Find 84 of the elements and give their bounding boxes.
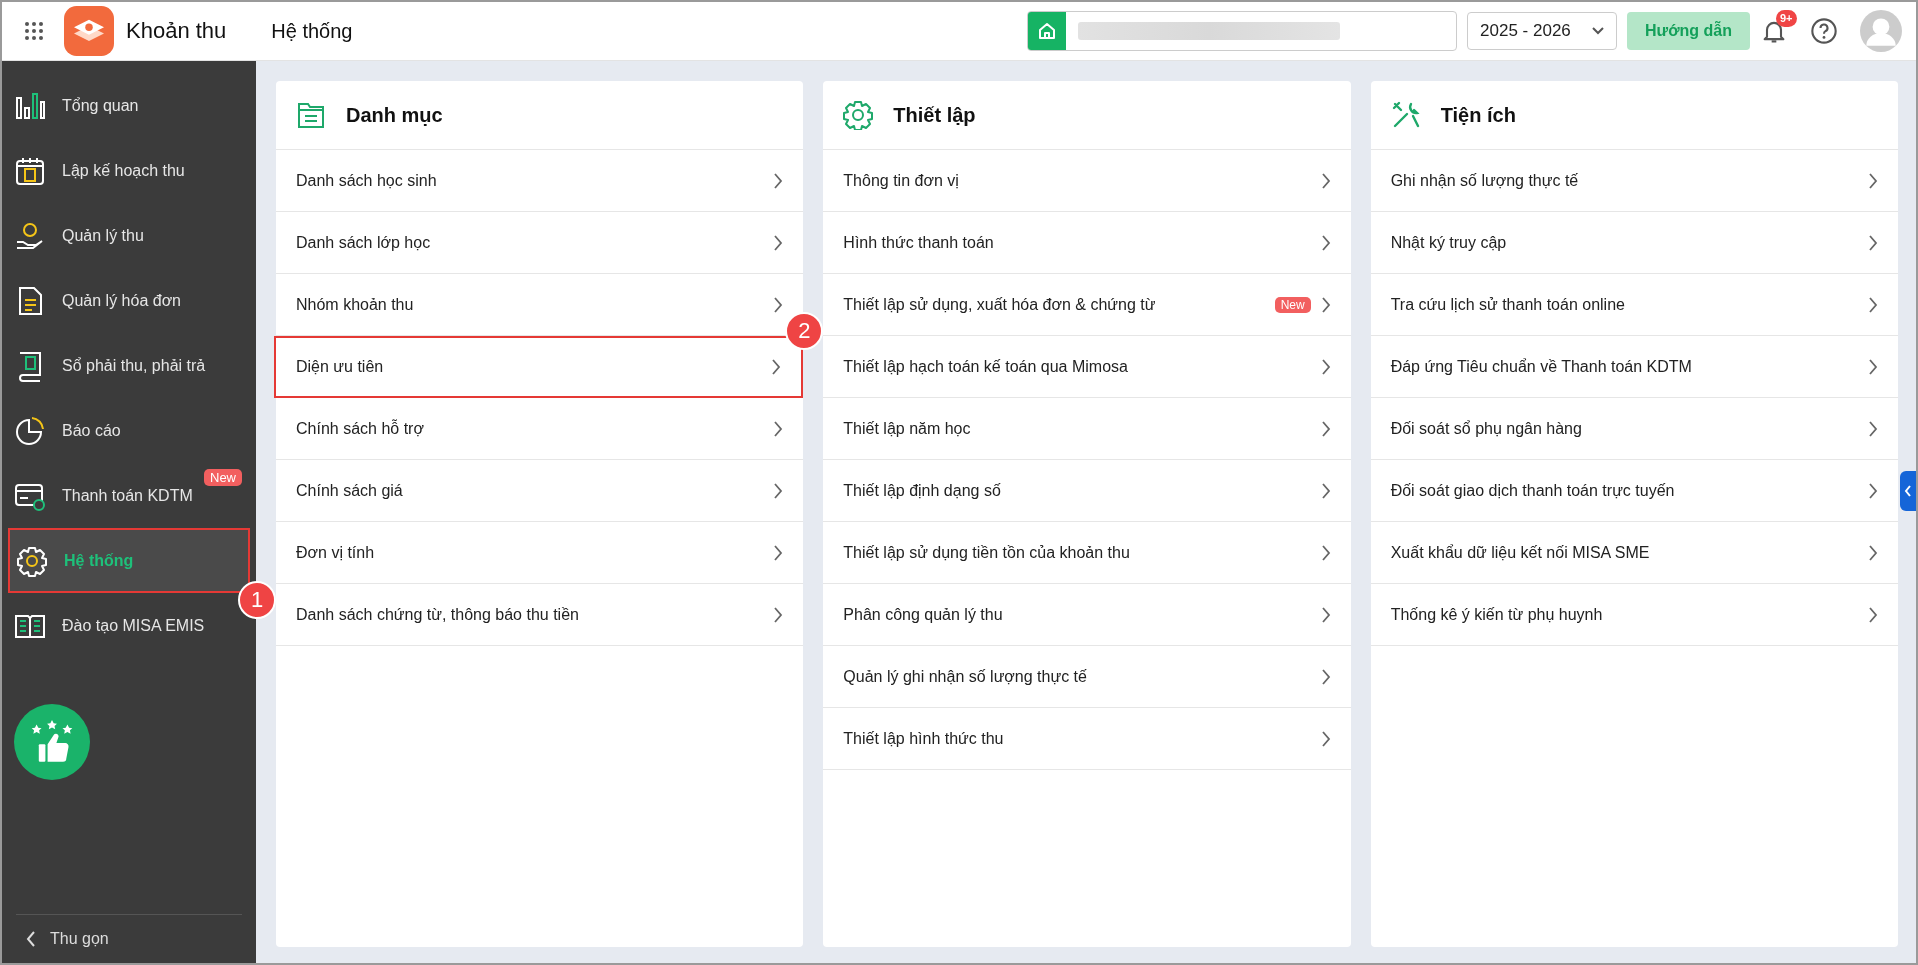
card-title: Danh mục	[346, 103, 443, 127]
app-grid-icon[interactable]	[24, 21, 44, 41]
thumbs-up-stars-icon	[30, 720, 74, 764]
settings-row[interactable]: Thiết lập định dạng số	[823, 460, 1351, 522]
settings-row[interactable]: Danh sách lớp học	[276, 212, 804, 274]
settings-row[interactable]: Phân công quản lý thu	[823, 584, 1351, 646]
new-badge: New	[204, 469, 242, 486]
side-panel-tab[interactable]	[1900, 471, 1916, 511]
settings-row[interactable]: Thông tin đơn vị	[823, 150, 1351, 212]
sidebar-item[interactable]: Thanh toán KDTM New	[2, 463, 256, 528]
settings-row[interactable]: Nhật ký truy cập	[1370, 212, 1898, 274]
sidebar-item[interactable]: Tổng quan	[2, 73, 256, 138]
chevron-right-icon	[1320, 544, 1331, 561]
settings-row[interactable]: Xuất khẩu dữ liệu kết nối MISA SME	[1370, 522, 1898, 584]
settings-row[interactable]: Danh sách học sinh	[276, 150, 804, 212]
chevron-right-icon	[773, 172, 784, 189]
notification-badge: 9+	[1776, 10, 1797, 27]
chevron-right-icon	[1868, 296, 1878, 313]
settings-row[interactable]: Thiết lập sử dụng tiền tồn của khoản thu	[823, 522, 1351, 584]
sidebar-item[interactable]: Báo cáo	[2, 398, 256, 463]
settings-row[interactable]: Thiết lập sử dụng, xuất hóa đơn & chứng từ New	[823, 274, 1351, 336]
settings-row[interactable]: Quản lý ghi nhận số lượng thực tế	[823, 646, 1351, 708]
chevron-right-icon	[1868, 172, 1878, 189]
new-badge: New	[1274, 296, 1311, 313]
chevron-right-icon	[1868, 544, 1878, 561]
settings-row[interactable]: Đối soát giao dịch thanh toán trực tuyến	[1370, 460, 1898, 522]
settings-row[interactable]: Ghi nhận số lượng thực tế	[1370, 150, 1898, 212]
gear-icon	[843, 100, 874, 130]
chevron-right-icon	[1320, 482, 1331, 499]
page-title: Hệ thống	[271, 19, 353, 43]
chevron-right-icon	[771, 359, 782, 375]
card-title: Tiện ích	[1440, 103, 1516, 127]
chevron-right-icon	[1320, 234, 1331, 251]
school-field[interactable]	[1027, 11, 1458, 51]
pie-icon	[14, 414, 46, 447]
chevron-right-icon	[1320, 606, 1331, 623]
chevron-right-icon	[1868, 420, 1878, 437]
chevron-right-icon	[1320, 668, 1331, 685]
settings-row[interactable]: Thiết lập hạch toán kế toán qua Mimosa	[823, 336, 1351, 398]
year-select[interactable]: 2025 - 2026	[1467, 12, 1618, 50]
settings-row[interactable]: Chính sách giá	[276, 460, 804, 522]
settings-row[interactable]: Danh sách chứng từ, thông báo thu tiền	[276, 584, 804, 646]
app-name: Khoản thu	[126, 18, 227, 44]
step-callout: 2	[785, 312, 824, 350]
sidebar-item[interactable]: Lập kế hoạch thu	[2, 138, 256, 203]
settings-row[interactable]: Hình thức thanh toán	[823, 212, 1351, 274]
collapse-button[interactable]: Thu gọn	[16, 914, 242, 963]
chevron-right-icon	[1320, 296, 1331, 313]
settings-row[interactable]: Thiết lập năm học	[823, 398, 1351, 460]
chevron-right-icon	[1320, 730, 1331, 747]
chevron-right-icon	[1320, 420, 1331, 437]
tools-icon	[1390, 100, 1421, 130]
settings-row[interactable]: Thiết lập hình thức thu	[823, 708, 1351, 770]
chevron-right-icon	[1320, 358, 1331, 375]
app-logo-icon	[64, 6, 114, 56]
sidebar-item[interactable]: Sổ phải thu, phải trả	[2, 333, 256, 398]
chevron-right-icon	[1320, 172, 1331, 189]
settings-row[interactable]: Đơn vị tính	[276, 522, 804, 584]
chevron-down-icon	[1592, 27, 1605, 35]
chevron-right-icon	[773, 544, 784, 561]
home-icon	[1037, 21, 1058, 41]
settings-row[interactable]: Đối soát sổ phụ ngân hàng	[1370, 398, 1898, 460]
chevron-right-icon	[1868, 606, 1878, 623]
settings-row[interactable]: Tra cứu lịch sử thanh toán online	[1370, 274, 1898, 336]
chevron-right-icon	[1868, 234, 1878, 251]
chevron-right-icon	[773, 482, 784, 499]
settings-row[interactable]: Thống kê ý kiến từ phụ huynh	[1370, 584, 1898, 646]
sidebar-item[interactable]: Hệ thống	[8, 528, 250, 593]
chevron-right-icon	[773, 420, 784, 437]
chevron-left-icon	[1904, 485, 1912, 497]
sidebar-item[interactable]: Quản lý thu	[2, 203, 256, 268]
sidebar-item[interactable]: Quản lý hóa đơn	[2, 268, 256, 333]
folder-icon	[296, 100, 326, 130]
chevron-right-icon	[773, 296, 784, 313]
chevron-right-icon	[773, 234, 784, 251]
settings-row[interactable]: Chính sách hỗ trợ	[276, 398, 804, 460]
chevron-right-icon	[1868, 482, 1878, 499]
gear-icon	[16, 544, 48, 577]
help-icon[interactable]	[1810, 17, 1838, 45]
chevron-right-icon	[773, 606, 784, 623]
chevron-left-icon	[26, 931, 36, 947]
chevron-right-icon	[1868, 358, 1878, 375]
card-title: Thiết lập	[893, 103, 976, 127]
settings-row[interactable]: Đáp ứng Tiêu chuẩn về Thanh toán KDTM	[1370, 336, 1898, 398]
